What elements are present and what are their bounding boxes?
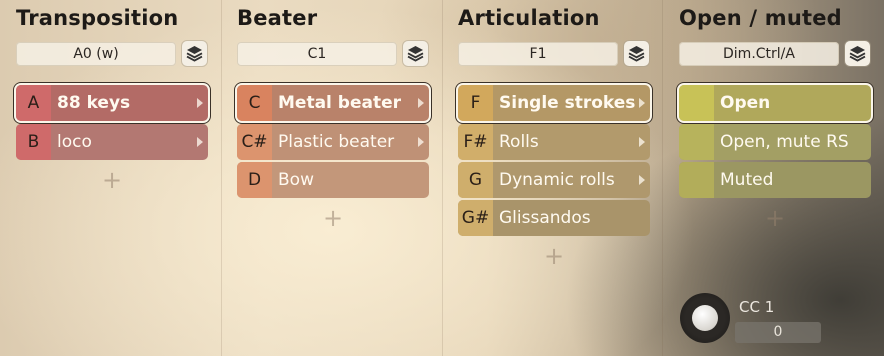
column-title: Articulation — [458, 6, 600, 30]
key-label — [679, 124, 714, 160]
key-label: F# — [458, 124, 493, 160]
column-divider — [662, 0, 663, 356]
layers-icon — [407, 46, 424, 62]
list-item[interactable]: C Metal beater — [237, 85, 429, 121]
key-label: A — [16, 85, 51, 121]
layers-icon — [849, 46, 866, 62]
layers-icon — [186, 46, 203, 62]
transposition-selector[interactable]: A0 (w) — [16, 42, 176, 66]
list-item[interactable]: Open, mute RS — [679, 124, 871, 160]
column-transposition: Transposition A0 (w) A 88 keys B loco + — [16, 0, 208, 356]
key-label — [679, 85, 714, 121]
key-label: B — [16, 124, 51, 160]
chevron-right-icon — [418, 98, 424, 108]
add-item-button[interactable]: + — [539, 244, 569, 268]
chevron-right-icon — [639, 175, 645, 185]
column-title: Beater — [237, 6, 318, 30]
list-item[interactable]: F Single strokes — [458, 85, 650, 121]
key-label: G# — [458, 200, 493, 236]
key-label: C — [237, 85, 272, 121]
column-articulation: Articulation F1 F Single strokes F# Roll… — [458, 0, 650, 356]
key-label — [679, 162, 714, 198]
cc-knob[interactable] — [680, 293, 730, 343]
articulation-selector[interactable]: F1 — [458, 42, 618, 66]
item-label: 88 keys — [57, 93, 131, 113]
list-item[interactable]: D Bow — [237, 162, 429, 198]
column-divider — [442, 0, 443, 356]
cc-label: CC 1 — [739, 298, 775, 316]
chevron-right-icon — [418, 137, 424, 147]
layers-button[interactable] — [403, 41, 428, 66]
key-label: D — [237, 162, 272, 198]
add-item-button[interactable]: + — [760, 206, 790, 230]
beater-selector[interactable]: C1 — [237, 42, 397, 66]
add-item-button[interactable]: + — [318, 206, 348, 230]
item-label: Dynamic rolls — [499, 170, 615, 190]
knob-cap — [692, 305, 718, 331]
layers-button[interactable] — [624, 41, 649, 66]
item-label: Muted — [720, 170, 774, 190]
column-title: Open / muted — [679, 6, 842, 30]
list-item[interactable]: Open — [679, 85, 871, 121]
item-label: Open, mute RS — [720, 132, 849, 152]
list-item[interactable]: Muted — [679, 162, 871, 198]
list-item[interactable]: G# Glissandos — [458, 200, 650, 236]
layers-button[interactable] — [182, 41, 207, 66]
item-label: Rolls — [499, 132, 539, 152]
item-label: Plastic beater — [278, 132, 395, 152]
item-label: loco — [57, 132, 92, 152]
chevron-right-icon — [639, 98, 645, 108]
layers-button[interactable] — [845, 41, 870, 66]
key-label: F — [458, 85, 493, 121]
cc-value-field[interactable]: 0 — [735, 322, 821, 343]
column-divider — [221, 0, 222, 356]
add-item-button[interactable]: + — [97, 168, 127, 192]
item-label: Single strokes — [499, 93, 636, 113]
list-item[interactable]: A 88 keys — [16, 85, 208, 121]
column-beater: Beater C1 C Metal beater C# Plastic beat… — [237, 0, 429, 356]
chevron-right-icon — [197, 137, 203, 147]
list-item[interactable]: F# Rolls — [458, 124, 650, 160]
column-title: Transposition — [16, 6, 179, 30]
open-muted-selector[interactable]: Dim.Ctrl/A — [679, 42, 839, 66]
list-item[interactable]: B loco — [16, 124, 208, 160]
chevron-right-icon — [639, 137, 645, 147]
item-label: Metal beater — [278, 93, 402, 113]
item-label: Bow — [278, 170, 314, 190]
list-item[interactable]: C# Plastic beater — [237, 124, 429, 160]
item-label: Glissandos — [499, 208, 591, 228]
list-item[interactable]: G Dynamic rolls — [458, 162, 650, 198]
key-label: C# — [237, 124, 272, 160]
key-label: G — [458, 162, 493, 198]
chevron-right-icon — [197, 98, 203, 108]
item-label: Open — [720, 93, 771, 113]
layers-icon — [628, 46, 645, 62]
